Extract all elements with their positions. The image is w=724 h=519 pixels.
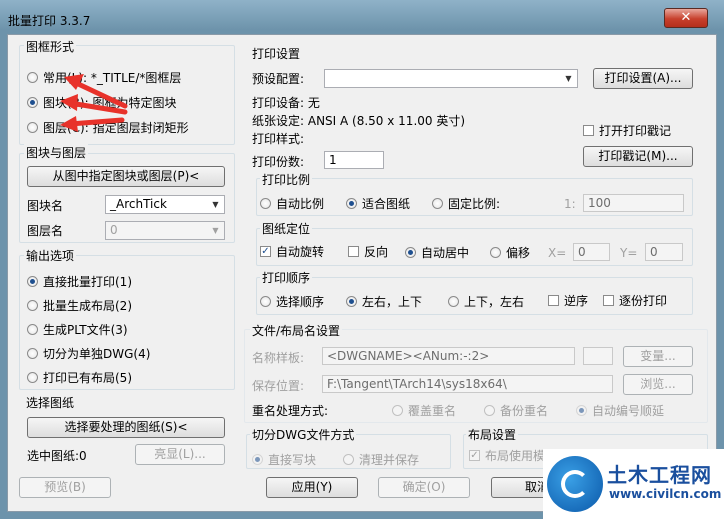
logo-icon [547,456,603,512]
logo-url: www.civilcn.com [609,487,722,501]
annotation-arrow-3 [67,117,125,127]
arrow-head-3 [60,116,78,132]
watermark-logo: 土木工程网 www.civilcn.com [543,449,724,519]
arrow-head-2 [60,94,78,111]
batch-print-window: 批量打印 3.3.7 ✕ 图框形式 常用(L): *_TITLE/*图框层 图块… [0,0,724,519]
logo-text: 土木工程网 [607,463,712,487]
annotation-arrows [60,74,128,132]
